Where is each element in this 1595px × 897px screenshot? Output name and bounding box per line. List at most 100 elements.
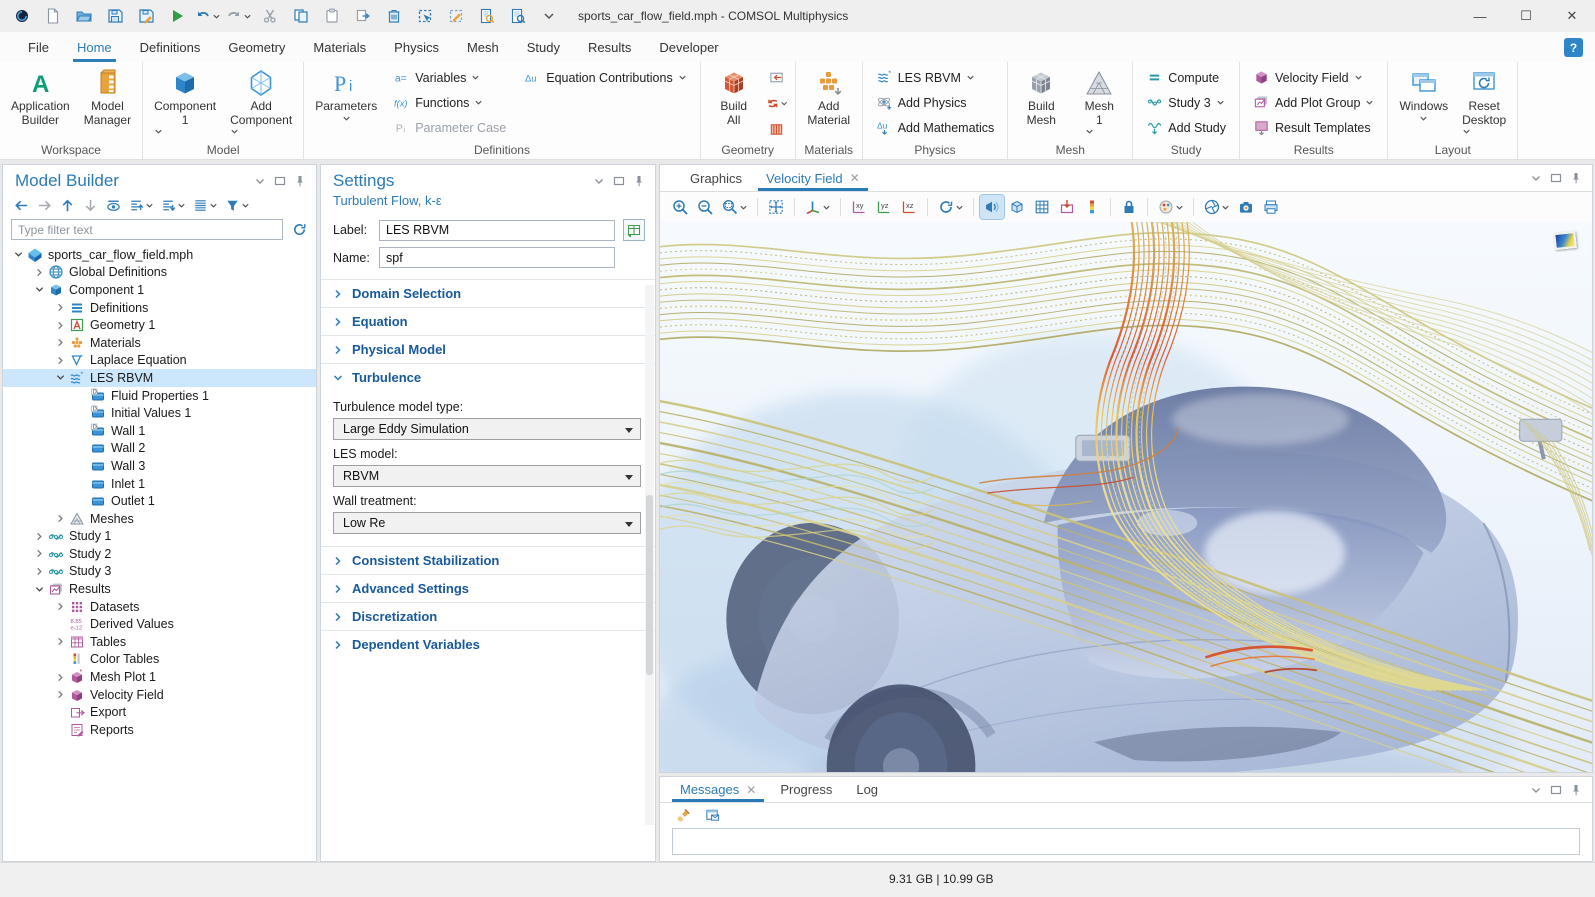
collapse-panel-button[interactable]: [591, 173, 607, 189]
zoom-in-button[interactable]: [668, 195, 692, 219]
expander-icon[interactable]: [53, 687, 68, 702]
section-header-advanced-settings[interactable]: Advanced Settings: [321, 574, 655, 602]
label-toggle-button[interactable]: [623, 219, 645, 241]
view-yz-button[interactable]: yz: [872, 195, 896, 219]
velocity-field-button[interactable]: Velocity Field: [1248, 65, 1379, 90]
redo-button[interactable]: [223, 3, 254, 29]
mesh-1-button[interactable]: Mesh1: [1070, 64, 1128, 136]
menu-geometry[interactable]: Geometry: [214, 32, 299, 62]
pin-panel-button[interactable]: [1568, 782, 1584, 798]
section-header-discretization[interactable]: Discretization: [321, 602, 655, 630]
model-manager-button[interactable]: ModelManager: [77, 64, 138, 127]
tree-item-study-2[interactable]: Study 2: [3, 545, 316, 563]
graphics-canvas[interactable]: [660, 222, 1592, 772]
float-panel-button[interactable]: [1548, 170, 1564, 186]
zoom-out-button[interactable]: [693, 195, 717, 219]
expander-icon[interactable]: [32, 529, 47, 544]
filter-button[interactable]: [222, 195, 252, 215]
label-field-input[interactable]: [379, 220, 615, 241]
tree-item-geometry-1[interactable]: Geometry 1: [3, 316, 316, 334]
new-file-button[interactable]: [37, 3, 68, 29]
name-field-input[interactable]: [379, 247, 615, 268]
go-forward-button[interactable]: [34, 195, 55, 215]
find-button[interactable]: [471, 3, 502, 29]
menu-materials[interactable]: Materials: [299, 32, 380, 62]
tree-item-sports-car-flow-field-mph[interactable]: sports_car_flow_field.mph: [3, 246, 316, 264]
expander-icon[interactable]: [53, 599, 68, 614]
component-1-button[interactable]: Component1: [147, 64, 223, 136]
collapse-panel-button[interactable]: [1528, 782, 1544, 798]
cut-button[interactable]: [254, 3, 285, 29]
expander-icon[interactable]: [32, 265, 47, 280]
move-up-button[interactable]: [57, 195, 78, 215]
section-header-domain-selection[interactable]: Domain Selection: [321, 279, 655, 307]
compute-button[interactable]: Compute: [1141, 65, 1231, 90]
windows-button[interactable]: Windows: [1392, 64, 1455, 123]
result-templates-button[interactable]: Result Templates: [1248, 115, 1379, 140]
show-toggle-button[interactable]: [103, 195, 124, 215]
tree-item-meshes[interactable]: Meshes: [3, 510, 316, 528]
close-tab-icon[interactable]: ✕: [746, 783, 756, 797]
tree-item-tables[interactable]: Tables: [3, 633, 316, 651]
physics-interface-button[interactable]: *LES RBVM: [871, 65, 1000, 90]
menu-developer[interactable]: Developer: [645, 32, 732, 62]
tree-item-component-1[interactable]: Component 1: [3, 281, 316, 299]
menu-mesh[interactable]: Mesh: [453, 32, 513, 62]
tab-messages[interactable]: Messages✕: [668, 777, 768, 802]
tree-item-study-3[interactable]: Study 3: [3, 563, 316, 581]
expander-icon[interactable]: [53, 670, 68, 685]
collapse-panel-button[interactable]: [252, 173, 268, 189]
tree-item-velocity-field[interactable]: Velocity Field: [3, 686, 316, 704]
tree-item-les-rbvm[interactable]: *LES RBVM: [3, 369, 316, 387]
clip-plane-button[interactable]: [1055, 195, 1079, 219]
expander-icon[interactable]: [32, 546, 47, 561]
minimize-button[interactable]: —: [1457, 0, 1503, 32]
pin-panel-button[interactable]: [292, 173, 308, 189]
build-all-button[interactable]: BuildAll: [705, 64, 763, 127]
view-xy-button[interactable]: xy: [847, 195, 871, 219]
plot-thumbnail-chip[interactable]: [1553, 231, 1577, 250]
variables-button[interactable]: a=Variables: [388, 65, 511, 90]
node-label-mode-button[interactable]: [190, 195, 220, 215]
tree-item-inlet-1[interactable]: Inlet 1: [3, 475, 316, 493]
image-effects-button[interactable]: [1154, 195, 1187, 219]
float-panel-button[interactable]: [272, 173, 288, 189]
expander-icon[interactable]: [53, 511, 68, 526]
add-study-button[interactable]: Add Study: [1141, 115, 1231, 140]
select-box-button[interactable]: [409, 3, 440, 29]
print-button[interactable]: [1259, 195, 1283, 219]
section-header-dependent-variables[interactable]: Dependent Variables: [321, 630, 655, 658]
run-button[interactable]: [161, 3, 192, 29]
save-button[interactable]: [99, 3, 130, 29]
float-panel-button[interactable]: [1548, 782, 1564, 798]
tree-item-definitions[interactable]: Definitions: [3, 299, 316, 317]
scene-settings-button[interactable]: [1200, 195, 1233, 219]
go-to-view-button[interactable]: [801, 195, 834, 219]
scene-light-button[interactable]: [980, 195, 1004, 219]
collapse-all-button[interactable]: [126, 195, 156, 215]
pin-panel-button[interactable]: [631, 173, 647, 189]
tab-progress[interactable]: Progress: [768, 777, 844, 802]
color-legend-button[interactable]: [1080, 195, 1104, 219]
tree-item-derived-values[interactable]: 8.85e-12Derived Values: [3, 615, 316, 633]
expander-icon[interactable]: [32, 564, 47, 579]
tree-item-initial-values-1[interactable]: DInitial Values 1: [3, 404, 316, 422]
tree-item-color-tables[interactable]: Color Tables: [3, 651, 316, 669]
add-mathematics-button[interactable]: ΔuAdd Mathematics: [871, 115, 1000, 140]
tree-item-mesh-plot-1[interactable]: *Mesh Plot 1: [3, 668, 316, 686]
add-physics-button[interactable]: Add Physics: [871, 90, 1000, 115]
paste-button[interactable]: [316, 3, 347, 29]
menu-study[interactable]: Study: [513, 32, 574, 62]
tree-item-results[interactable]: Results: [3, 580, 316, 598]
tab-velocity-field[interactable]: Velocity Field✕: [754, 165, 872, 191]
zoom-box-button[interactable]: [718, 195, 751, 219]
reset-desktop-button[interactable]: ResetDesktop: [1455, 64, 1513, 136]
pin-panel-button[interactable]: [1568, 170, 1584, 186]
insert-sequence-button[interactable]: [765, 66, 789, 89]
tree-filter-input[interactable]: [11, 219, 283, 240]
expander-icon[interactable]: [53, 353, 68, 368]
expander-icon[interactable]: [32, 282, 47, 297]
tree-item-reports[interactable]: Reports: [3, 721, 316, 739]
section-header-equation[interactable]: Equation: [321, 307, 655, 335]
settings-scrollbar[interactable]: [645, 285, 654, 825]
